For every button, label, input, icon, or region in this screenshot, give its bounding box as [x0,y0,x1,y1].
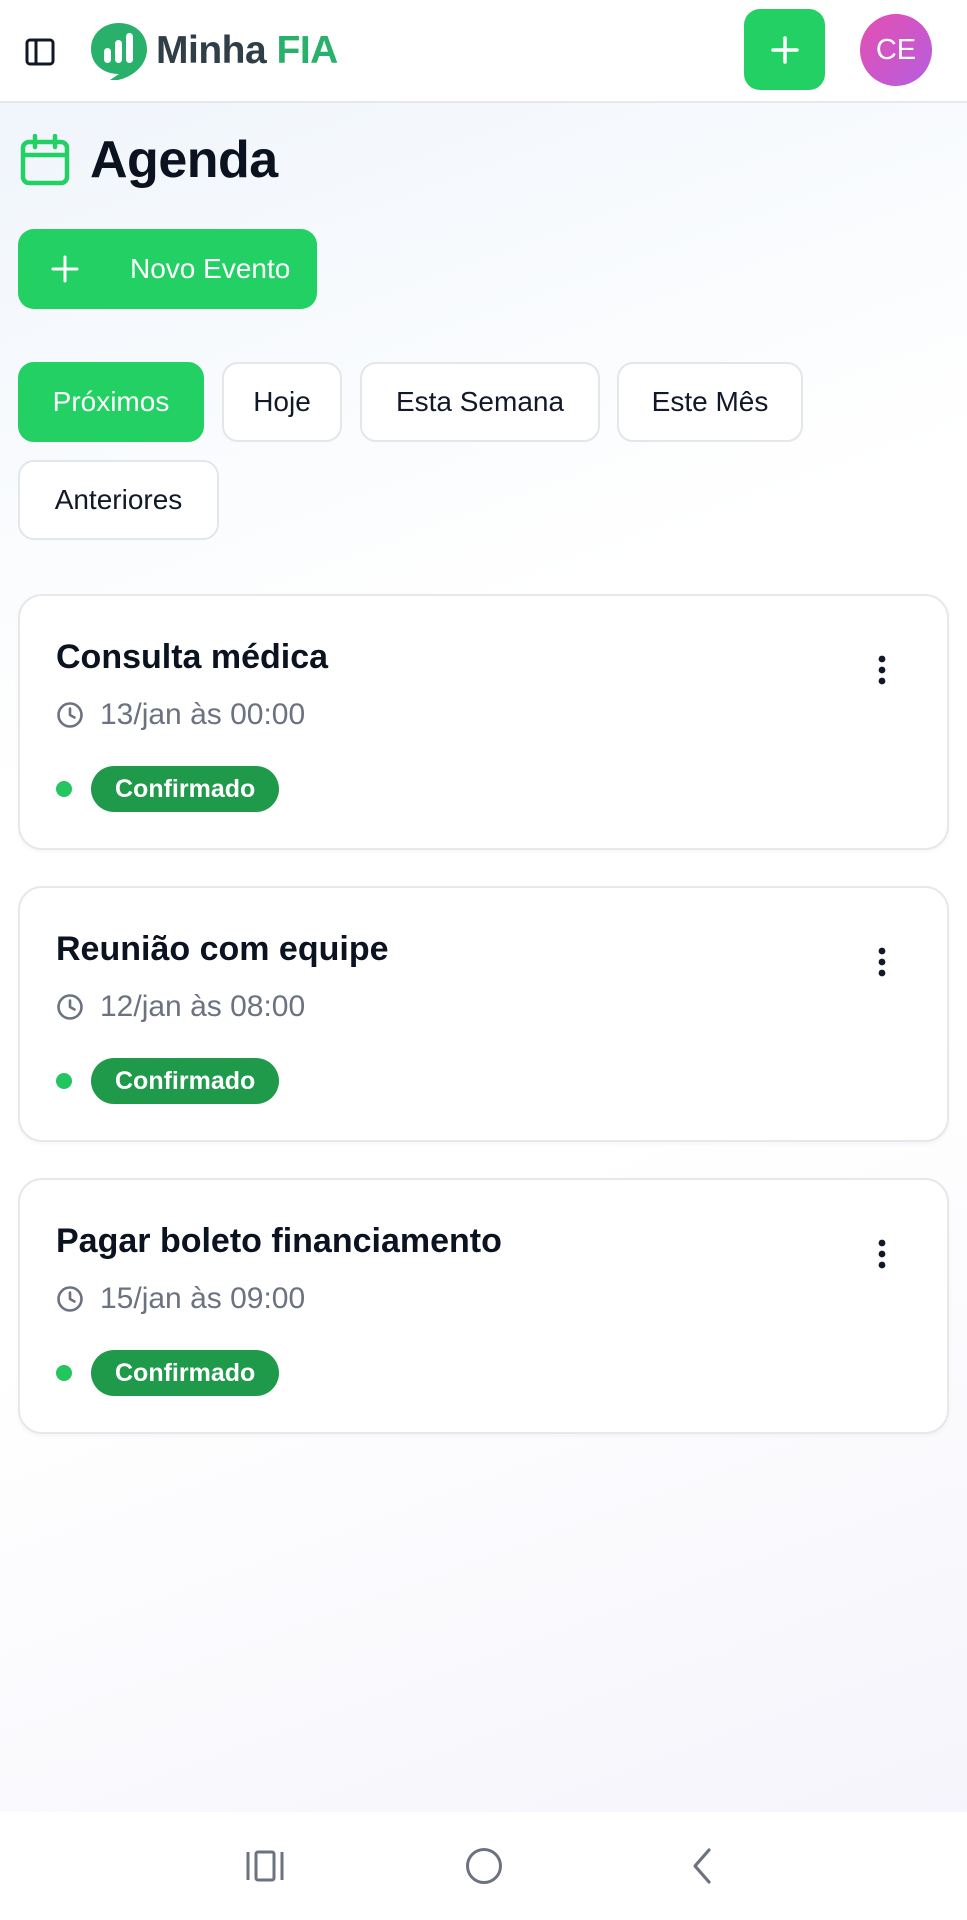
recent-apps-icon [246,1850,284,1882]
new-event-label: Novo Evento [130,253,291,284]
event-menu-button[interactable] [867,648,897,692]
status-dot [56,781,72,797]
plus-icon [51,255,79,283]
event-status: Confirmado [56,766,280,812]
event-card[interactable]: Pagar boleto financiamento 15/jan às 09:… [18,1178,949,1434]
clock-icon [57,702,83,728]
calendar-icon [20,134,70,186]
system-navigation-bar [0,1812,967,1920]
status-dot [56,1365,72,1381]
home-circle-icon [466,1848,502,1884]
recent-apps-button[interactable] [239,1840,291,1892]
more-vertical-icon [878,947,886,977]
event-time: 13/jan às 00:00 [56,698,305,732]
bar-chart-bubble-icon [91,23,147,80]
logo-text-part1: Minha [156,29,267,72]
back-chevron-icon [693,1848,711,1884]
event-datetime: 13/jan às 00:00 [100,698,306,731]
logo-text-part2: FIA [276,29,339,72]
event-title: Pagar boleto financiamento [56,1222,502,1260]
event-time: 12/jan às 08:00 [56,990,305,1024]
event-time: 15/jan às 09:00 [56,1282,305,1316]
event-title: Reunião com equipe [56,930,389,968]
more-vertical-icon [878,1239,886,1269]
status-badge: Confirmado [91,1350,280,1396]
quick-add-button[interactable] [744,9,825,90]
sidebar-toggle-button[interactable] [18,30,62,74]
clock-icon [57,1286,83,1312]
home-button[interactable] [458,1840,510,1892]
event-status: Confirmado [56,1058,280,1104]
filter-chip-este-mes[interactable]: Este Mês [617,362,803,442]
event-card[interactable]: Consulta médica 13/jan às 00:00 Confirma… [18,594,949,850]
filter-chip-esta-semana[interactable]: Esta Semana [360,362,600,442]
status-dot [56,1073,72,1089]
plus-icon [770,35,799,64]
event-card[interactable]: Reunião com equipe 12/jan às 08:00 Confi… [18,886,949,1142]
event-menu-button[interactable] [867,1232,897,1276]
clock-icon [57,994,83,1020]
new-event-button[interactable]: Novo Evento [18,229,317,309]
more-vertical-icon [878,655,886,685]
event-datetime: 12/jan às 08:00 [100,990,306,1023]
status-badge: Confirmado [91,1058,280,1104]
event-datetime: 15/jan às 09:00 [100,1282,306,1315]
filter-chip-anteriores[interactable]: Anteriores [18,460,219,540]
page-title: Agenda [90,131,278,189]
back-button[interactable] [676,1840,728,1892]
page-header: Agenda [20,130,278,190]
event-menu-button[interactable] [867,940,897,984]
top-bar: Minha FIA CE [0,0,967,103]
event-title: Consulta médica [56,638,329,676]
filter-chip-hoje[interactable]: Hoje [222,362,342,442]
filter-chip-proximos[interactable]: Próximos [18,362,204,442]
app-logo-text: Minha FIA [156,29,338,73]
event-status: Confirmado [56,1350,280,1396]
user-avatar[interactable]: CE [860,14,932,86]
app-logo[interactable]: Minha FIA [88,20,338,82]
status-badge: Confirmado [91,766,280,812]
sidebar-icon [25,38,55,66]
